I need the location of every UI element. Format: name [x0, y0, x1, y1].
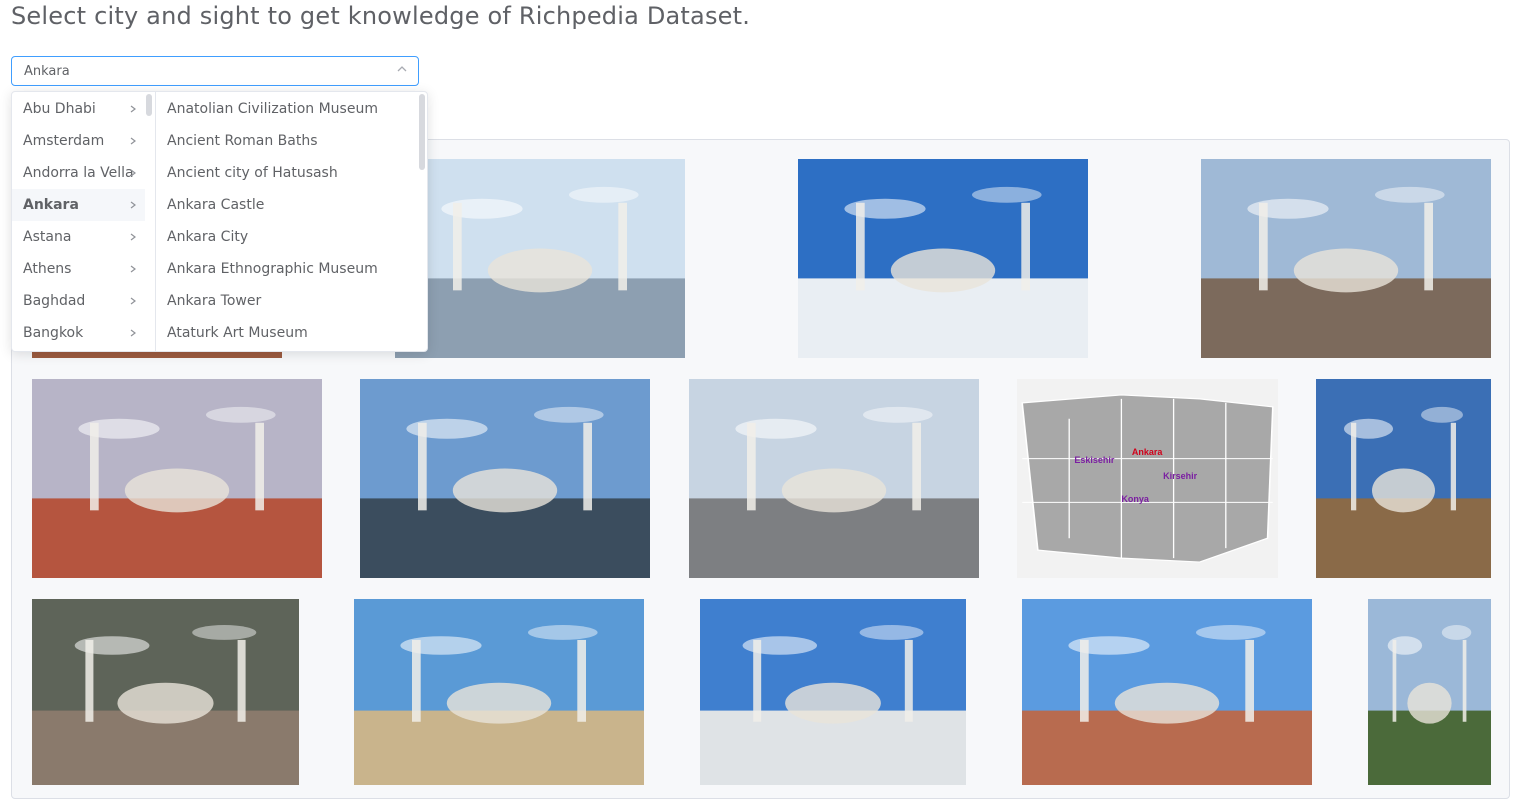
city-option[interactable]: Athens	[12, 253, 145, 285]
cascader-dropdown: Abu Dhabi Amsterdam Andorra la Vella Ankara…	[11, 91, 428, 352]
city-list-scrollbar[interactable]	[146, 94, 152, 116]
sight-option[interactable]: Ankara Castle	[156, 189, 416, 221]
smoke-over-city-image[interactable]	[32, 599, 299, 785]
city-option[interactable]: Amsterdam	[12, 125, 145, 157]
chevron-right-icon	[130, 329, 136, 337]
sight-option[interactable]: Ankara Ethnographic Museum	[156, 253, 416, 285]
city-option-label: Ankara	[23, 197, 79, 213]
mosque-arcade-image[interactable]	[798, 159, 1088, 358]
chevron-right-icon	[130, 137, 136, 145]
map-label: Konya	[1121, 494, 1149, 505]
city-select-value: Ankara	[24, 64, 70, 79]
sight-option[interactable]: Ancient city of Hatusash	[156, 157, 416, 189]
mosque-skyline-image[interactable]	[395, 159, 685, 358]
kocatepe-mosque-city-image[interactable]	[32, 379, 322, 578]
chevron-right-icon	[130, 233, 136, 241]
ankara-collage-image[interactable]	[1368, 599, 1491, 785]
mosque-domes-image[interactable]	[354, 599, 644, 785]
city-option[interactable]: Astana	[12, 221, 145, 253]
map-label: Eskisehir	[1074, 454, 1115, 465]
hilltop-tourists-image[interactable]	[1201, 159, 1491, 358]
sight-option[interactable]: Ankara City	[156, 221, 416, 253]
old-town-hillside-image[interactable]	[1022, 599, 1312, 785]
city-list: Abu Dhabi Amsterdam Andorra la Vella Ankara…	[12, 92, 156, 351]
city-option-label: Astana	[23, 229, 72, 245]
glass-building-image[interactable]	[360, 379, 650, 578]
city-option-label: Bangkok	[23, 325, 84, 341]
map-label: Ankara	[1131, 446, 1163, 457]
chevron-up-icon	[397, 66, 407, 72]
city-option-label: Athens	[23, 261, 72, 277]
city-select[interactable]: Ankara	[11, 56, 419, 86]
page-title: Select city and sight to get knowledge o…	[11, 2, 751, 30]
sight-list: Anatolian Civilization Museum Ancient Rom…	[156, 92, 427, 351]
chevron-right-icon	[130, 169, 136, 177]
city-option-label: Baghdad	[23, 293, 86, 309]
city-option-label: Abu Dhabi	[23, 101, 96, 117]
city-option-label: Andorra la Vella	[23, 165, 134, 181]
city-option[interactable]: Ankara	[12, 189, 145, 221]
city-option[interactable]: Baghdad	[12, 285, 145, 317]
sight-option[interactable]: Ancient Roman Baths	[156, 125, 416, 157]
turkey-provinces-map-image[interactable]: Ankara Konya Eskisehir Kirsehir	[1017, 379, 1278, 578]
city-option[interactable]: Andorra la Vella	[12, 157, 145, 189]
ancient-library-ruins-image[interactable]	[1316, 379, 1491, 578]
white-mosque-image[interactable]	[700, 599, 966, 785]
sight-option[interactable]: Ataturk Art Museum	[156, 317, 416, 349]
city-option[interactable]: Abu Dhabi	[12, 93, 145, 125]
chevron-right-icon	[130, 201, 136, 209]
sight-option[interactable]: Anatolian Civilization Museum	[156, 93, 416, 125]
chevron-right-icon	[130, 265, 136, 273]
sight-list-scrollbar[interactable]	[419, 94, 425, 170]
chevron-right-icon	[130, 297, 136, 305]
map-label: Kirsehir	[1163, 470, 1198, 481]
city-option[interactable]: Bangkok	[12, 317, 145, 349]
sight-option[interactable]: Ankara Tower	[156, 285, 416, 317]
chevron-right-icon	[130, 105, 136, 113]
city-option-label: Amsterdam	[23, 133, 105, 149]
city-square-image[interactable]	[689, 379, 979, 578]
